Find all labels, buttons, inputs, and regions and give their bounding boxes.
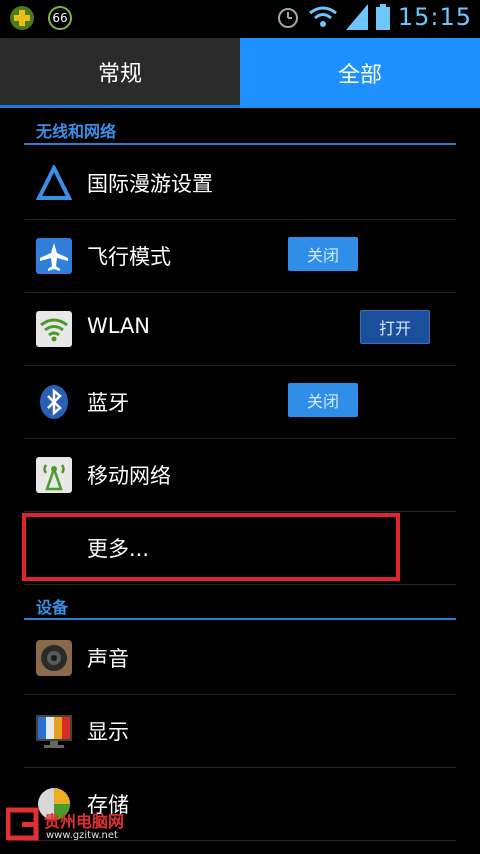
tab-all[interactable]: 全部 — [240, 38, 480, 108]
mobile-network-icon — [36, 457, 72, 493]
watermark-text: 贵州电脑网 — [44, 812, 125, 831]
watermark-url: www.gzitw.net — [46, 830, 118, 841]
bluetooth-icon — [40, 385, 68, 419]
settings-item-airplane-mode[interactable]: 飞行模式 关闭 — [24, 220, 456, 293]
badge-66-icon: 66 — [48, 6, 72, 30]
watermark-logo: 贵州电脑网 www.gzitw.net — [5, 804, 136, 850]
section-divider — [24, 618, 456, 620]
watermark-logo-icon — [5, 807, 39, 841]
speaker-icon — [36, 640, 72, 676]
status-clock: 15:15 — [397, 3, 472, 31]
airplane-mode-toggle[interactable]: 关闭 — [288, 237, 358, 271]
status-bar: 66 15:15 — [0, 0, 480, 38]
plus-app-icon — [10, 6, 34, 30]
battery-icon — [375, 4, 390, 30]
settings-item-label: 显示 — [87, 720, 129, 744]
airplane-icon — [36, 238, 72, 274]
settings-item-label: 飞行模式 — [87, 245, 171, 269]
settings-item-label: 国际漫游设置 — [87, 172, 213, 196]
signal-icon — [345, 4, 368, 30]
settings-item-sound[interactable]: 声音 — [24, 622, 456, 695]
settings-item-label: 蓝牙 — [87, 391, 129, 415]
section-divider — [24, 143, 456, 145]
settings-item-label: 移动网络 — [87, 464, 171, 488]
bluetooth-toggle[interactable]: 关闭 — [288, 383, 358, 417]
wifi-icon — [36, 311, 72, 347]
section-title-device: 设备 — [36, 598, 69, 617]
settings-item-label: 声音 — [87, 647, 129, 671]
settings-item-display[interactable]: 显示 — [24, 695, 456, 768]
settings-item-wlan[interactable]: WLAN 打开 — [24, 293, 456, 366]
settings-item-label: WLAN — [87, 314, 151, 338]
wlan-toggle[interactable]: 打开 — [360, 310, 430, 344]
highlight-box — [22, 513, 400, 581]
wifi-icon — [308, 6, 337, 27]
section-title-wireless: 无线和网络 — [36, 122, 117, 141]
settings-tabs: 常规 全部 — [0, 38, 480, 108]
settings-item-roaming[interactable]: 国际漫游设置 — [24, 147, 456, 220]
alarm-icon — [277, 8, 298, 28]
roaming-triangle-icon — [36, 165, 72, 200]
badge-count: 66 — [52, 11, 68, 25]
display-icon — [36, 715, 72, 748]
settings-item-mobile-network[interactable]: 移动网络 — [24, 439, 456, 512]
settings-item-bluetooth[interactable]: 蓝牙 关闭 — [24, 366, 456, 439]
tab-general[interactable]: 常规 — [0, 38, 240, 108]
